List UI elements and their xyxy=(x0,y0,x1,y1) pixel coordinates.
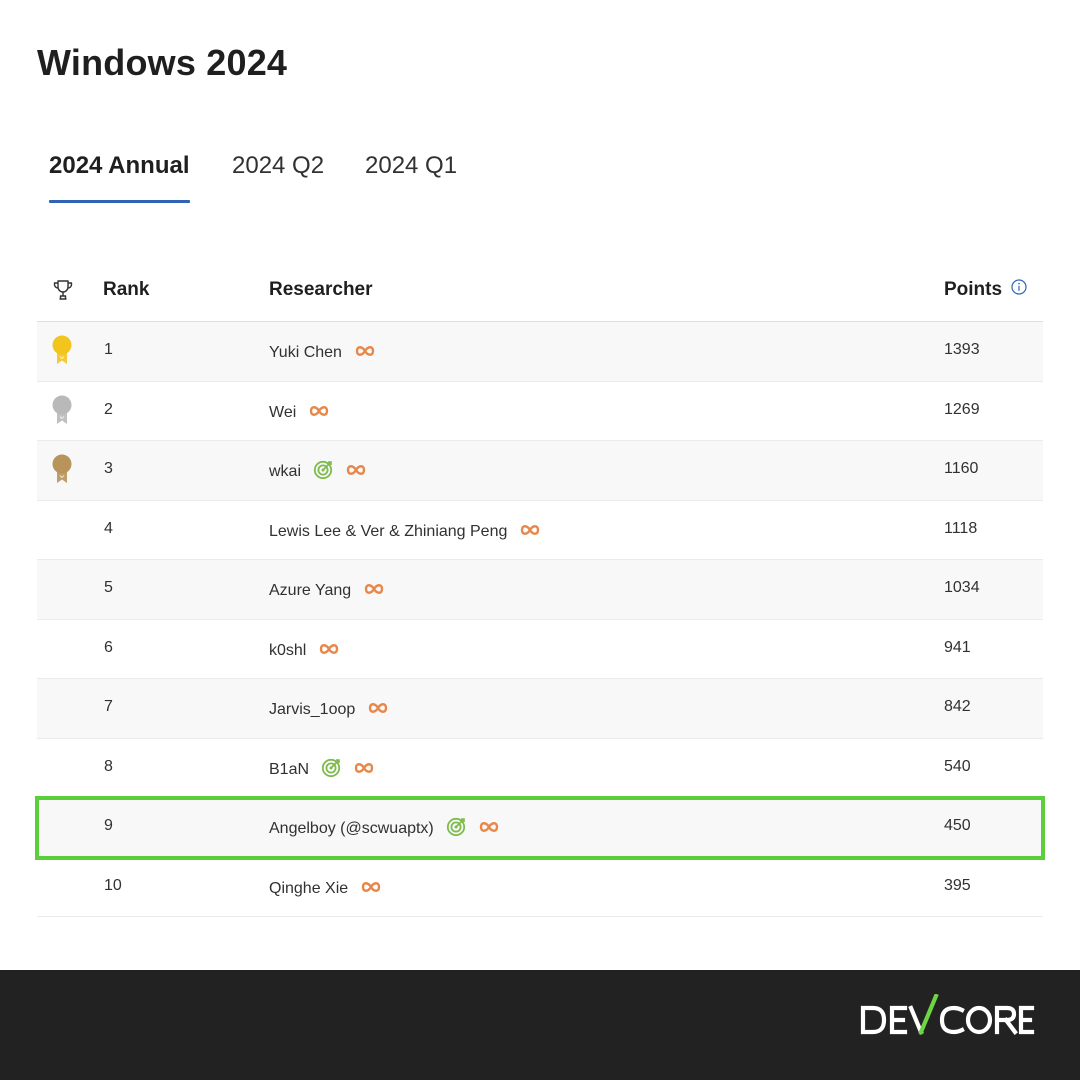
points-cell: 1034 xyxy=(944,579,980,596)
points-cell: 540 xyxy=(944,757,971,775)
infinity-badge-icon xyxy=(310,405,329,416)
points-label: Points xyxy=(944,279,1003,300)
infinity-badge-icon xyxy=(361,881,381,892)
table-body: 1 Yuki Chen 1393 2 Wei 1269 3 wkai 1160 4 Lew… xyxy=(35,322,1045,917)
table-row[interactable]: 8 B1aN 540 xyxy=(37,738,1043,798)
rank-cell: 6 xyxy=(104,638,113,656)
table-row[interactable]: 4 Lewis Lee & Ver & Zhiniang Peng 1118 xyxy=(37,500,1043,560)
researcher-name[interactable]: Angelboy (@scwuaptx) xyxy=(269,820,434,838)
researcher-cell: Angelboy (@scwuaptx) xyxy=(269,817,512,837)
researcher-name[interactable]: Lewis Lee & Ver & Zhiniang Peng xyxy=(269,523,507,541)
table-row[interactable]: 9 Angelboy (@scwuaptx) 450 xyxy=(35,796,1045,860)
rank-cell: 10 xyxy=(104,876,122,894)
points-cell: 1269 xyxy=(944,400,980,418)
researcher-name[interactable]: B1aN xyxy=(269,761,309,779)
points-cell: 1160 xyxy=(944,460,979,477)
table-row[interactable]: 1 Yuki Chen 1393 xyxy=(37,322,1043,382)
trophy-icon xyxy=(53,280,73,300)
table-header: Rank Researcher Points xyxy=(37,262,1043,322)
infinity-badge-icon xyxy=(346,465,366,475)
researcher-cell: B1aN xyxy=(269,758,387,778)
rank-cell: 8 xyxy=(104,757,113,775)
infinity-badge-icon xyxy=(479,822,498,832)
table-row[interactable]: 10 Qinghe Xie 395 xyxy=(37,857,1043,917)
researcher-cell: Lewis Lee & Ver & Zhiniang Peng xyxy=(269,520,553,540)
table-row[interactable]: 7 Jarvis_1oop 842 xyxy=(37,679,1043,739)
points-cell: 1118 xyxy=(944,519,978,537)
researcher-cell: Azure Yang xyxy=(269,579,397,599)
infinity-badge-icon xyxy=(369,703,388,713)
info-icon[interactable] xyxy=(1011,279,1027,295)
researcher-name[interactable]: wkai xyxy=(269,463,301,481)
researcher-cell: k0shl xyxy=(269,639,352,659)
rank-cell: 2 xyxy=(104,400,113,418)
researcher-cell: Wei xyxy=(269,401,342,421)
table-row[interactable]: 2 Wei 1269 xyxy=(37,381,1043,441)
infinity-badge-icon xyxy=(354,762,374,773)
researcher-name[interactable]: Azure Yang xyxy=(269,582,351,600)
infinity-badge-icon xyxy=(364,584,384,594)
page-title: Windows 2024 xyxy=(37,42,288,83)
target-badge-icon xyxy=(313,460,333,480)
infinity-badge-icon xyxy=(521,524,540,535)
researcher-cell: Qinghe Xie xyxy=(269,877,394,897)
target-badge-icon xyxy=(446,817,465,837)
researcher-name[interactable]: k0shl xyxy=(269,642,306,660)
researcher-name[interactable]: Qinghe Xie xyxy=(269,880,348,898)
tab-2024-q1[interactable]: 2024 Q1 xyxy=(365,140,460,204)
footer xyxy=(0,970,1080,1080)
rank-cell: 1 xyxy=(104,341,113,358)
column-header-points[interactable]: Points xyxy=(944,279,1027,301)
researcher-cell: Yuki Chen xyxy=(269,341,388,361)
rank-cell: 5 xyxy=(104,579,113,596)
table-row[interactable]: 6 k0shl 941 xyxy=(37,619,1043,679)
points-cell: 941 xyxy=(944,638,971,656)
rank-cell: 4 xyxy=(104,519,113,537)
researcher-cell: Jarvis_1oop xyxy=(269,698,401,718)
silver-medal-icon xyxy=(52,395,72,424)
tab-2024-annual[interactable]: 2024 Annual xyxy=(49,140,190,204)
gold-medal-icon xyxy=(52,335,72,364)
column-header-researcher[interactable]: Researcher xyxy=(269,279,373,301)
leaderboard-table: Rank Researcher Points 1 Yuki Chen 1393 2… xyxy=(35,262,1045,917)
target-badge-icon xyxy=(321,758,341,777)
rank-cell: 7 xyxy=(104,698,113,715)
tab-2024-q2[interactable]: 2024 Q2 xyxy=(232,140,327,204)
researcher-name[interactable]: Wei xyxy=(269,404,296,422)
table-row[interactable]: 5 Azure Yang 1034 xyxy=(37,560,1043,620)
points-cell: 395 xyxy=(944,876,971,894)
points-cell: 1393 xyxy=(944,341,980,358)
points-cell: 450 xyxy=(944,817,971,834)
points-cell: 842 xyxy=(944,698,971,715)
researcher-name[interactable]: Yuki Chen xyxy=(269,344,342,362)
infinity-badge-icon xyxy=(355,346,375,356)
rank-cell: 3 xyxy=(104,460,113,477)
researcher-cell: wkai xyxy=(269,460,379,480)
rank-cell: 9 xyxy=(104,817,113,834)
table-row[interactable]: 3 wkai 1160 xyxy=(37,441,1043,501)
researcher-name[interactable]: Jarvis_1oop xyxy=(269,701,355,719)
infinity-badge-icon xyxy=(320,643,339,654)
bronze-medal-icon xyxy=(52,454,72,483)
devcore-logo xyxy=(860,994,1035,1035)
column-header-rank[interactable]: Rank xyxy=(103,279,149,301)
